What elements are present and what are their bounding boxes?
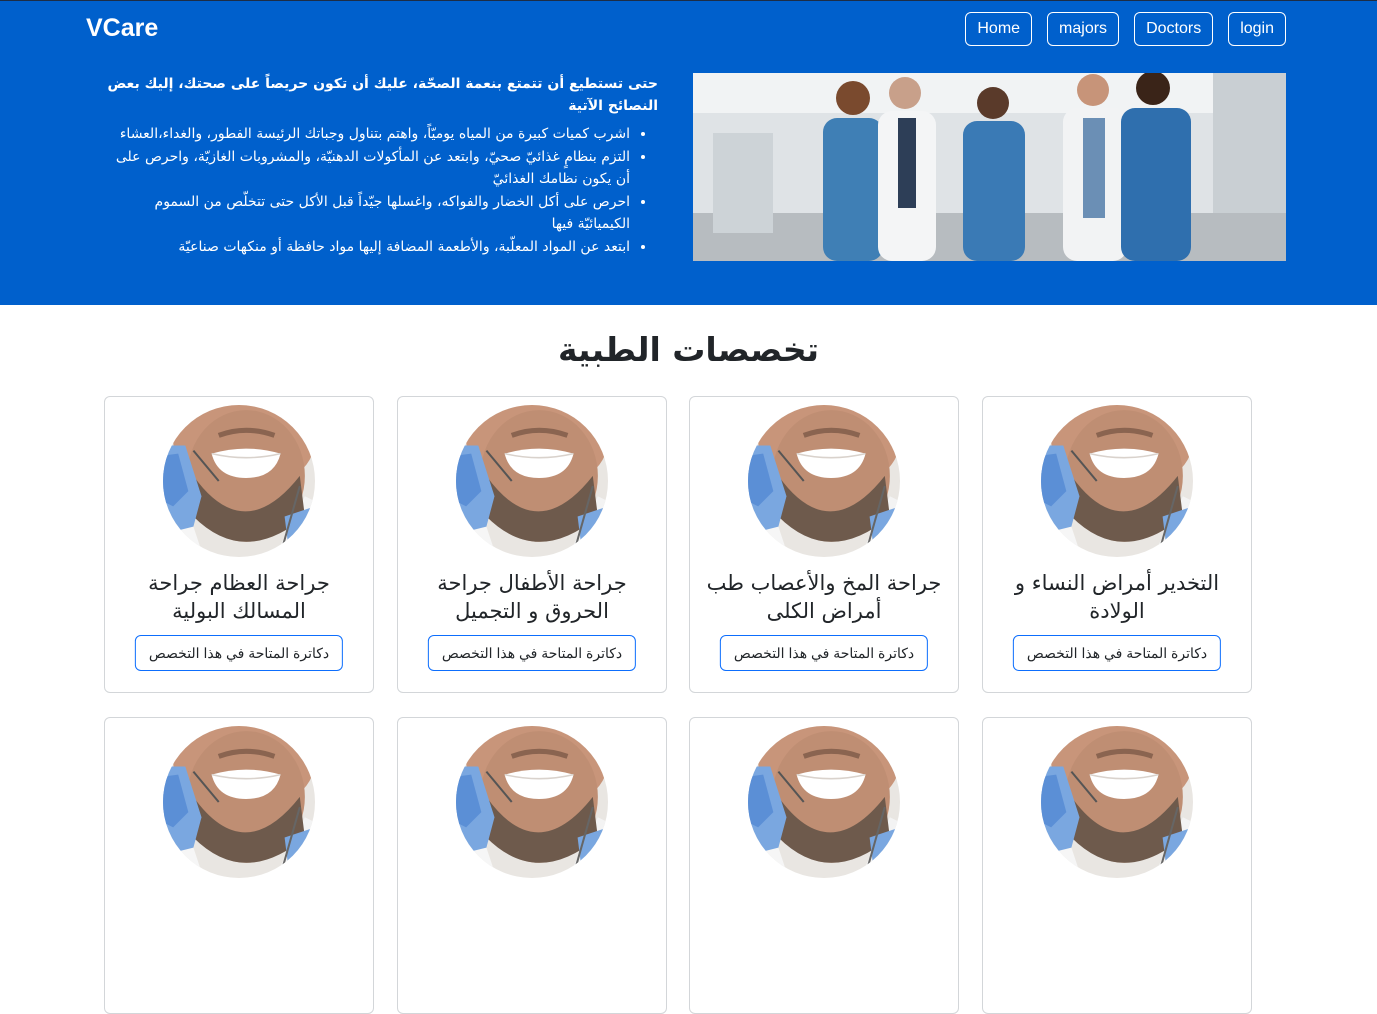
major-image xyxy=(163,726,315,878)
major-title: جراحة العظام جراحة المسالك البولية xyxy=(148,571,330,623)
brand-logo[interactable]: VCare xyxy=(86,14,158,43)
major-image xyxy=(163,405,315,557)
major-image xyxy=(1041,726,1193,878)
major-title: جراحة الأطفال جراحة الحروق و التجميل xyxy=(437,571,627,623)
major-image xyxy=(456,405,608,557)
major-card xyxy=(104,717,374,1014)
major-card: جراحة المخ والأعصاب طب أمراض الكلى دكاتر… xyxy=(689,396,959,693)
major-image xyxy=(748,726,900,878)
tip-item: اشرب كميات كبيرة من المياه يوميّاً، واهت… xyxy=(102,123,630,146)
nav-login-button[interactable]: login xyxy=(1228,12,1286,46)
tip-item: ابتعد عن المواد المعلّبة، والأطعمة المضا… xyxy=(102,236,630,259)
hero-banner: VCare Home majors Doctors login حتى تستط… xyxy=(0,0,1377,305)
major-title: التخدير أمراض النساء و الولادة xyxy=(1014,571,1220,623)
available-doctors-button[interactable]: دكاترة المتاحة في هذا التخصص xyxy=(427,635,637,671)
available-doctors-button[interactable]: دكاترة المتاحة في هذا التخصص xyxy=(719,635,929,671)
major-card xyxy=(982,717,1252,1014)
tip-item: احرص على أكل الخضار والفواكه، واغسلها جي… xyxy=(102,191,630,236)
available-doctors-button[interactable]: دكاترة المتاحة في هذا التخصص xyxy=(134,635,344,671)
nav-home-button[interactable]: Home xyxy=(965,12,1033,46)
nav-majors-button[interactable]: majors xyxy=(1047,12,1120,46)
doctors-hero-image xyxy=(693,73,1286,261)
major-image xyxy=(456,726,608,878)
top-border xyxy=(0,0,1377,1)
major-title: جراحة المخ والأعصاب طب أمراض الكلى xyxy=(706,571,942,623)
major-card: التخدير أمراض النساء و الولادة دكاترة ال… xyxy=(982,396,1252,693)
major-card xyxy=(689,717,959,1014)
health-tips: حتى تستطيع أن تتمتع بنعمة الصحّة، عليك أ… xyxy=(72,73,658,258)
tips-title: حتى تستطيع أن تتمتع بنعمة الصحّة، عليك أ… xyxy=(107,76,658,114)
available-doctors-button[interactable]: دكاترة المتاحة في هذا التخصص xyxy=(1012,635,1222,671)
major-card xyxy=(397,717,667,1014)
major-card: جراحة الأطفال جراحة الحروق و التجميل دكا… xyxy=(397,396,667,693)
navbar: Home majors Doctors login xyxy=(965,12,1286,46)
major-image xyxy=(748,405,900,557)
section-title: تخصصات الطبية xyxy=(557,330,820,369)
nav-doctors-button[interactable]: Doctors xyxy=(1134,12,1214,46)
tips-list: اشرب كميات كبيرة من المياه يوميّاً، واهت… xyxy=(102,123,658,258)
major-image xyxy=(1041,405,1193,557)
tip-item: التزم بنظامٍ غذائيّ صحيّ، وابتعد عن المأ… xyxy=(102,146,630,191)
major-card: جراحة العظام جراحة المسالك البولية دكاتر… xyxy=(104,396,374,693)
